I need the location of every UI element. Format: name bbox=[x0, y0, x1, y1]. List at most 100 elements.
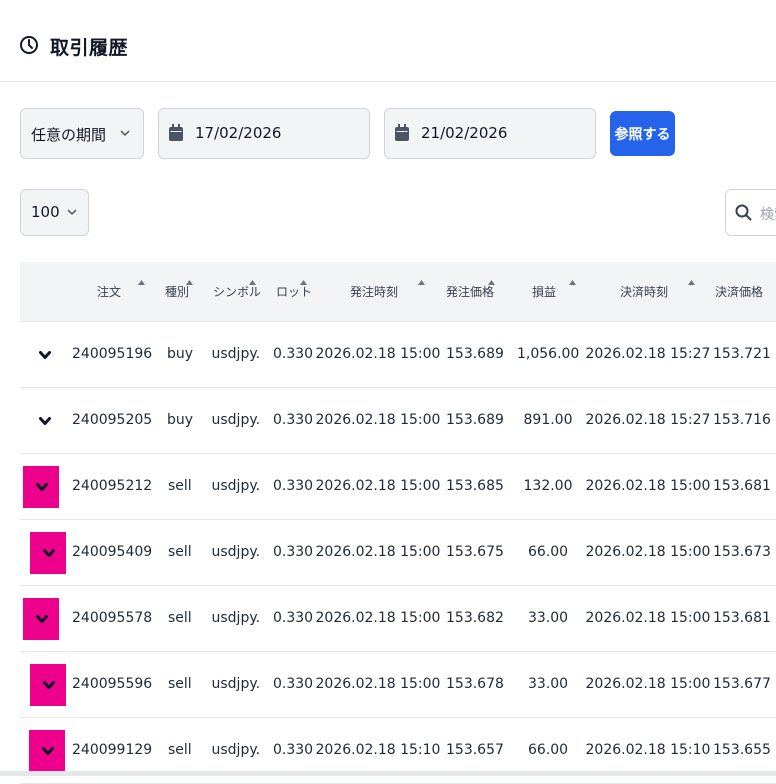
table-row[interactable]: 240095205 buy usdjpy. 0.330 2026.02.18 15:00… bbox=[20, 388, 776, 454]
table-row[interactable]: 240095578 sell usdjpy. 0.330 2026.02.18 15:0… bbox=[20, 586, 776, 652]
search-button[interactable]: 参照する bbox=[610, 111, 675, 156]
cell-open-time: 2026.02.18 15:00 bbox=[315, 544, 441, 560]
cell-open-time: 2026.02.18 15:10 bbox=[315, 742, 441, 758]
cell-type: sell bbox=[168, 544, 192, 560]
cell-profit: 66.00 bbox=[528, 544, 569, 560]
chevron-down-icon bbox=[36, 483, 48, 491]
chevron-down-icon bbox=[39, 351, 51, 359]
cell-close-time: 2026.02.18 15:27 bbox=[585, 412, 711, 428]
chevron-down-icon bbox=[36, 615, 48, 623]
sort-asc-icon bbox=[138, 280, 145, 285]
cell-open-time: 2026.02.18 15:00 bbox=[315, 412, 441, 428]
sort-asc-icon bbox=[186, 280, 193, 285]
table-row[interactable]: 240095596 sell usdjpy. 0.330 2026.02.18 15:0… bbox=[20, 652, 776, 718]
expand-row-button[interactable] bbox=[26, 400, 62, 442]
chevron-down-icon bbox=[42, 747, 54, 755]
cell-close-price: 153.721 bbox=[713, 346, 771, 362]
table-header: 注文 種別 シンボル ロット 発注時刻 発注価格 損益 決済時刻 決済価格 bbox=[20, 262, 776, 322]
date-from-value: 17/02/2026 bbox=[195, 124, 282, 142]
cell-close-price: 153.681 bbox=[713, 478, 771, 494]
cell-close-time: 2026.02.18 15:00 bbox=[585, 478, 711, 494]
cell-order: 240095409 bbox=[72, 544, 153, 560]
search-icon bbox=[735, 204, 752, 221]
page-title: 取引履歴 bbox=[50, 37, 129, 59]
chevron-down-icon bbox=[120, 130, 130, 137]
column-header-profit[interactable]: 損益 bbox=[532, 283, 556, 300]
date-to-value: 21/02/2026 bbox=[421, 124, 508, 142]
cell-lot: 0.330 bbox=[273, 742, 314, 758]
column-header-close-time[interactable]: 決済時刻 bbox=[620, 283, 668, 300]
cell-open-time: 2026.02.18 15:00 bbox=[315, 346, 441, 362]
cell-open-time: 2026.02.18 15:00 bbox=[315, 610, 441, 626]
cell-lot: 0.330 bbox=[273, 676, 314, 692]
sort-asc-icon bbox=[569, 280, 576, 285]
cell-symbol: usdjpy. bbox=[211, 478, 261, 494]
cell-close-price: 153.677 bbox=[713, 676, 771, 692]
cell-open-price: 153.675 bbox=[446, 544, 504, 560]
cell-lot: 0.330 bbox=[273, 610, 314, 626]
table-row[interactable]: 240095196 buy usdjpy. 0.330 2026.02.18 15:00… bbox=[20, 322, 776, 388]
cell-close-price: 153.681 bbox=[713, 610, 771, 626]
expand-row-button[interactable] bbox=[30, 532, 66, 574]
period-select-value: 任意の期間 bbox=[31, 126, 107, 144]
cell-close-price: 153.716 bbox=[713, 412, 771, 428]
expand-row-button[interactable] bbox=[26, 334, 62, 376]
cell-lot: 0.330 bbox=[273, 346, 314, 362]
chevron-down-icon bbox=[67, 209, 77, 216]
expand-row-button[interactable] bbox=[23, 466, 59, 508]
calendar-icon bbox=[395, 124, 409, 141]
cell-open-time: 2026.02.18 15:00 bbox=[315, 676, 441, 692]
clock-icon bbox=[20, 36, 38, 54]
table-row[interactable]: 240095212 sell usdjpy. 0.330 2026.02.18 15:0… bbox=[20, 454, 776, 520]
chevron-down-icon bbox=[43, 549, 55, 557]
cell-order: 240095578 bbox=[72, 610, 153, 626]
cell-profit: 33.00 bbox=[528, 676, 569, 692]
cell-type: buy bbox=[167, 412, 194, 428]
sort-asc-icon bbox=[488, 280, 495, 285]
table-row[interactable]: 240095409 sell usdjpy. 0.330 2026.02.18 15:0… bbox=[20, 520, 776, 586]
cell-close-time: 2026.02.18 15:27 bbox=[585, 346, 711, 362]
cell-symbol: usdjpy. bbox=[211, 412, 261, 428]
cell-close-price: 153.655 bbox=[713, 742, 771, 758]
search-input[interactable]: 検索 bbox=[725, 189, 776, 236]
sort-asc-icon bbox=[688, 280, 695, 285]
expand-row-button[interactable] bbox=[29, 730, 65, 772]
cell-symbol: usdjpy. bbox=[211, 676, 261, 692]
column-header-open-time[interactable]: 発注時刻 bbox=[350, 283, 398, 300]
column-header-type[interactable]: 種別 bbox=[165, 283, 189, 300]
cell-symbol: usdjpy. bbox=[211, 742, 261, 758]
cell-open-price: 153.689 bbox=[446, 346, 504, 362]
cell-profit: 132.00 bbox=[523, 478, 573, 494]
cell-profit: 66.00 bbox=[528, 742, 569, 758]
cell-open-price: 153.689 bbox=[446, 412, 504, 428]
search-placeholder: 検索 bbox=[760, 207, 776, 223]
expand-row-button[interactable] bbox=[23, 598, 59, 640]
column-header-symbol[interactable]: シンボル bbox=[213, 283, 261, 300]
column-header-order[interactable]: 注文 bbox=[97, 283, 121, 300]
horizontal-scrollbar[interactable] bbox=[0, 771, 776, 776]
page-header: 取引履歴 bbox=[0, 0, 776, 82]
cell-open-price: 153.657 bbox=[446, 742, 504, 758]
column-header-open-price[interactable]: 発注価格 bbox=[446, 283, 494, 300]
calendar-icon bbox=[169, 124, 183, 141]
cell-symbol: usdjpy. bbox=[211, 610, 261, 626]
cell-close-time: 2026.02.18 15:00 bbox=[585, 610, 711, 626]
page-size-value: 100 bbox=[31, 203, 60, 221]
cell-order: 240095196 bbox=[72, 346, 153, 362]
date-to-field[interactable]: 21/02/2026 bbox=[384, 108, 596, 159]
cell-open-time: 2026.02.18 15:00 bbox=[315, 478, 441, 494]
cell-profit: 33.00 bbox=[528, 610, 569, 626]
cell-order: 240099129 bbox=[72, 742, 153, 758]
cell-profit: 891.00 bbox=[523, 412, 573, 428]
cell-order: 240095212 bbox=[72, 478, 153, 494]
cell-symbol: usdjpy. bbox=[211, 544, 261, 560]
cell-type: sell bbox=[168, 478, 192, 494]
cell-order: 240095596 bbox=[72, 676, 153, 692]
column-header-lot[interactable]: ロット bbox=[276, 283, 312, 300]
column-header-close-price[interactable]: 決済価格 bbox=[715, 283, 763, 300]
date-from-field[interactable]: 17/02/2026 bbox=[158, 108, 370, 159]
expand-row-button[interactable] bbox=[30, 664, 66, 706]
chevron-down-icon bbox=[39, 417, 51, 425]
cell-close-price: 153.673 bbox=[713, 544, 771, 560]
sort-asc-icon bbox=[249, 280, 256, 285]
